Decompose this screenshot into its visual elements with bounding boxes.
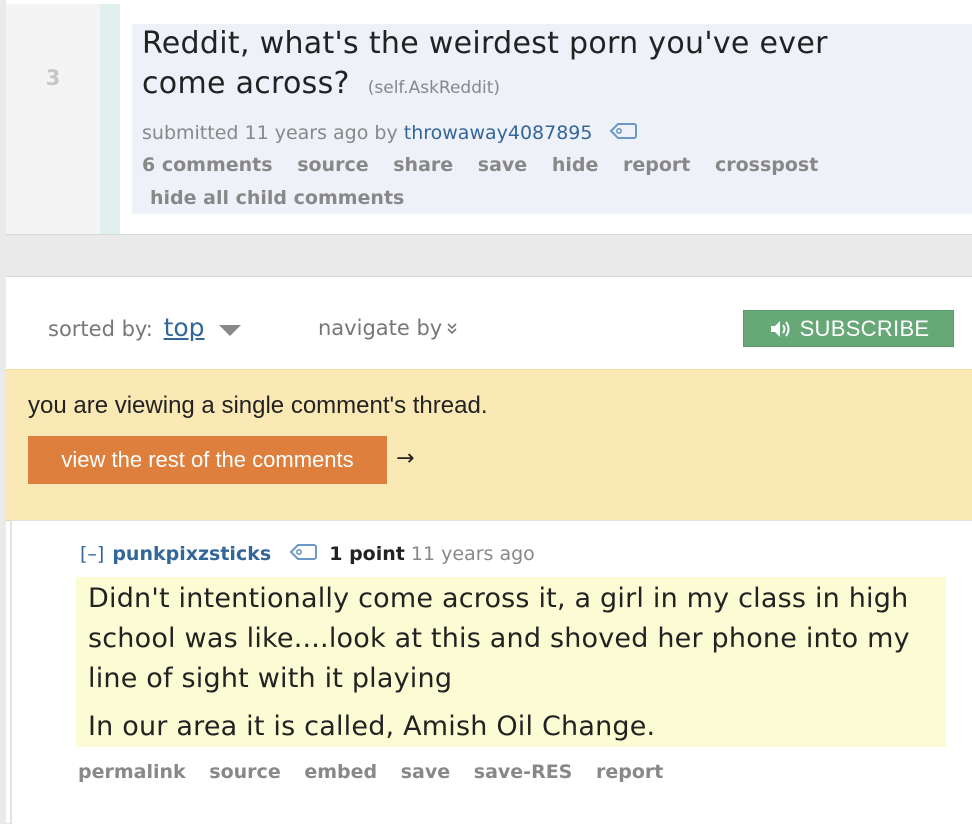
comment-author-link[interactable]: punkpixzsticks — [112, 543, 271, 565]
post-tagline: submitted 11 years ago by throwaway40878… — [142, 122, 637, 145]
navigate-label[interactable]: navigate by — [318, 316, 442, 340]
post-panel: 3 Reddit, what's the weirdest porn you'v… — [6, 0, 972, 235]
save-link[interactable]: save — [401, 761, 450, 783]
sort-value-dropdown[interactable]: top — [164, 313, 205, 342]
speaker-icon — [770, 320, 790, 337]
single-thread-notice: you are viewing a single comment's threa… — [6, 369, 972, 521]
share-link[interactable]: share — [393, 154, 453, 176]
rank-column: 3 — [6, 4, 100, 234]
report-link[interactable]: report — [623, 154, 690, 176]
comment-paragraph: Didn't intentionally come across it, a g… — [88, 583, 910, 694]
comment-time: 11 years ago — [410, 543, 535, 565]
user-tag-icon[interactable] — [609, 122, 637, 145]
comment-body: Didn't intentionally come across it, a g… — [76, 577, 946, 747]
navigate-menu[interactable]: navigate by — [318, 316, 457, 340]
hide-link[interactable]: hide — [552, 154, 599, 176]
vote-stripe — [100, 4, 120, 234]
comment: [–] punkpixzsticks 1 point 11 years ago D… — [10, 520, 972, 824]
report-link[interactable]: report — [596, 761, 663, 783]
user-tag-icon[interactable] — [289, 543, 318, 566]
comments-link[interactable]: 6 comments — [142, 154, 273, 176]
crosspost-link[interactable]: crosspost — [715, 154, 818, 176]
save-link[interactable]: save — [478, 154, 527, 176]
permalink-link[interactable]: permalink — [78, 761, 186, 783]
post-rank: 3 — [45, 66, 61, 90]
post-title-container: Reddit, what's the weirdest porn you've … — [142, 24, 902, 108]
comment-paragraph: In our area it is called, Amish Oil Chan… — [88, 711, 656, 742]
embed-link[interactable]: embed — [304, 761, 377, 783]
subscribe-label: SUBSCRIBE — [799, 315, 930, 341]
submitted-text: submitted 11 years ago by — [142, 122, 398, 144]
comments-panel: sorted by: top navigate by SUBSCRIBE you… — [6, 276, 972, 824]
source-link[interactable]: source — [209, 761, 280, 783]
comment-tagline: [–] punkpixzsticks 1 point 11 years ago — [80, 543, 535, 566]
hide-child-comments-link[interactable]: hide all child comments — [150, 187, 404, 209]
view-rest-button[interactable]: view the rest of the comments — [28, 436, 387, 484]
post-domain[interactable]: (self.AskReddit) — [368, 78, 500, 98]
comment-score: 1 point — [329, 543, 405, 565]
double-chevron-down-icon[interactable] — [442, 323, 457, 339]
sort-label: sorted by: — [48, 317, 153, 341]
save-res-link[interactable]: save-RES — [474, 761, 573, 783]
comment-buttons: permalink source embed save save-RES rep… — [78, 761, 680, 783]
notice-text: you are viewing a single comment's threa… — [28, 392, 488, 419]
post-buttons: 6 comments source share save hide report… — [142, 154, 836, 176]
sort-menu: sorted by: top — [48, 313, 242, 342]
collapse-toggle[interactable]: [–] — [80, 543, 104, 565]
source-link[interactable]: source — [297, 154, 368, 176]
post-author-link[interactable]: throwaway4087895 — [404, 122, 593, 144]
dropdown-caret-icon[interactable] — [219, 324, 242, 336]
subscribe-button[interactable]: SUBSCRIBE — [743, 310, 954, 347]
right-arrow-icon: → — [396, 446, 415, 471]
post-entry: Reddit, what's the weirdest porn you've … — [132, 24, 972, 214]
